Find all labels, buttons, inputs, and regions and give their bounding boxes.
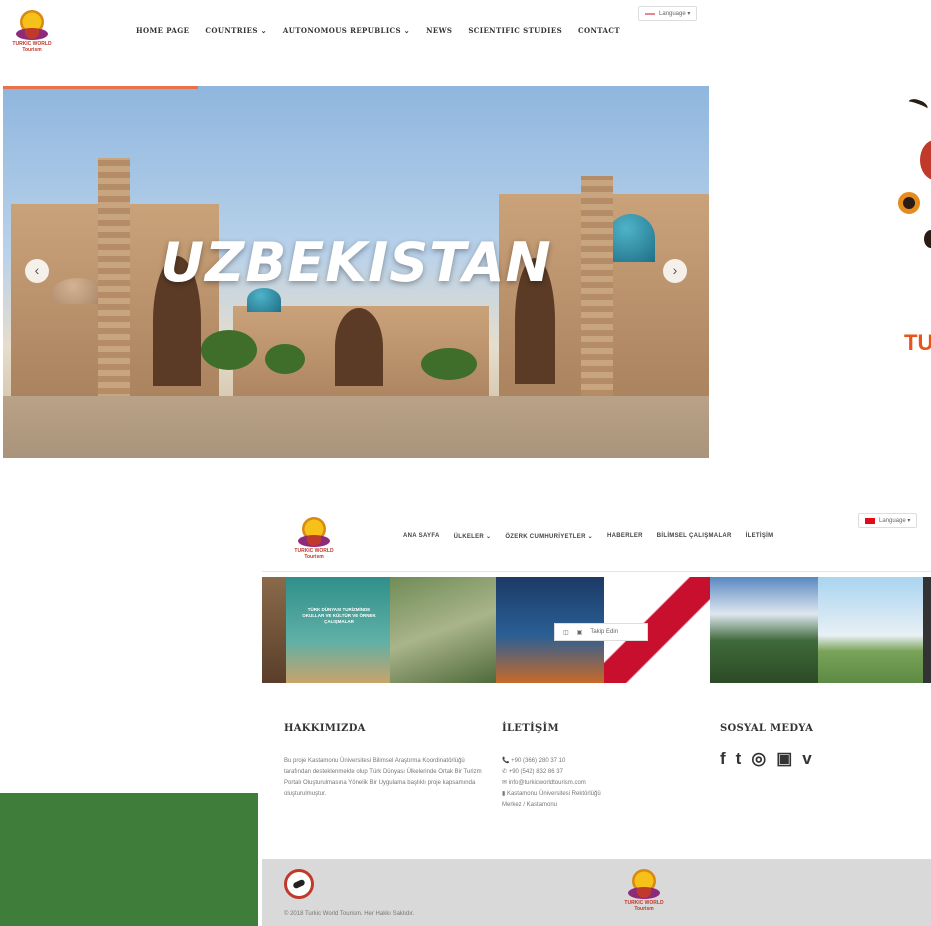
- nav-countries[interactable]: COUNTRIES ⌄: [205, 26, 267, 35]
- about-text: Bu proje Kastamonu Üniversitesi Bilimsel…: [284, 758, 482, 797]
- logo-letters: TU: [904, 330, 931, 355]
- center-arch: [335, 308, 383, 386]
- twitter-icon[interactable]: t: [736, 750, 742, 767]
- instagram-follow-bar[interactable]: ◫ ▣ Takip Edin: [554, 623, 648, 641]
- right-minaret: [581, 176, 613, 408]
- tr-nav-contact[interactable]: İLETİŞİM: [746, 533, 774, 540]
- footer-logo-text: TURKIC WORLD Tourism: [624, 900, 664, 912]
- follow-icon: ▣: [576, 629, 583, 636]
- gallery-tile-poster[interactable]: TÜRK DÜNYASI TURİZMİNDE OKULLAR VE KÜLTÜ…: [286, 577, 390, 683]
- tr-nav-home[interactable]: ANA SAYFA: [403, 533, 440, 540]
- slider-progress-bar: [3, 86, 198, 89]
- social-column: SOSYAL MEDYA f t ◎ ▣ v: [720, 723, 920, 767]
- tree-right: [421, 348, 477, 380]
- nav-contact[interactable]: CONTACT: [578, 26, 620, 35]
- nav-autonomous-republics[interactable]: AUTONOMOUS REPUBLICS ⌄: [283, 26, 410, 35]
- gallery-tile-palace[interactable]: [818, 577, 923, 683]
- registan-square: [3, 396, 709, 458]
- social-heading: SOSYAL MEDYA: [720, 723, 814, 734]
- nav-home[interactable]: HOME PAGE: [136, 26, 189, 35]
- language-label: Language ▾: [659, 11, 691, 17]
- language-selector[interactable]: Language ▾: [638, 6, 698, 21]
- contact-heading: İLETİŞİM: [502, 723, 559, 734]
- slider-prev-button[interactable]: ‹: [25, 259, 49, 283]
- copyright-text: © 2018 Turkic World Tourism. Her Hakkı S…: [284, 911, 415, 917]
- hero-slider: UZBEKISTAN ‹ ›: [3, 86, 709, 458]
- tr-logo-text: TURKIC WORLD Tourism: [294, 548, 334, 560]
- side-logo-fragment: TU: [890, 90, 931, 390]
- about-heading: HAKKIMIZDA: [284, 723, 366, 734]
- tree-center: [265, 344, 305, 374]
- gallery-tile-edge[interactable]: [262, 577, 286, 683]
- tree-left: [201, 330, 257, 370]
- contact-whatsapp[interactable]: ✆ +90 (542) 832 86 37: [502, 767, 682, 778]
- tr-nav-autonomous-republics[interactable]: ÖZERK CUMHURİYETLER ⌄: [505, 533, 593, 540]
- footer-bottom-bar: TURKIC WORLD Tourism © 2018 Turkic World…: [262, 859, 931, 926]
- tr-nav-countries[interactable]: ÜLKELER ⌄: [454, 533, 492, 540]
- nav-news[interactable]: NEWS: [426, 26, 452, 35]
- tr-site-logo[interactable]: TURKIC WORLD Tourism: [294, 515, 334, 565]
- logo-curl2-icon: [924, 230, 931, 248]
- tr-logo-flower-icon: [298, 535, 330, 547]
- university-seal-icon[interactable]: [284, 869, 314, 899]
- footer-logo-flower-icon: [628, 887, 660, 899]
- logo-flower-icon: [16, 28, 48, 40]
- logo-text: TURKIC WORLD Tourism: [12, 41, 52, 53]
- site-logo[interactable]: TURKIC WORLD Tourism: [12, 8, 52, 58]
- logo-ring-icon: [898, 192, 920, 214]
- about-column: HAKKIMIZDA Bu proje Kastamonu Üniversite…: [284, 723, 484, 800]
- slider-next-button[interactable]: ›: [663, 259, 687, 283]
- follow-label: Takip Edin: [590, 629, 619, 635]
- contact-column: İLETİŞİM 📞 +90 (366) 280 37 10 ✆ +90 (54…: [502, 723, 682, 811]
- vimeo-icon[interactable]: v: [802, 750, 811, 767]
- contact-lines: 📞 +90 (366) 280 37 10 ✆ +90 (542) 832 86…: [502, 756, 682, 811]
- gallery-caption: TÜRK DÜNYASI TURİZMİNDE OKULLAR VE KÜLTÜ…: [302, 607, 376, 624]
- turkish-site-preview: TURKIC WORLD Tourism ANA SAYFA ÜLKELER ⌄…: [262, 505, 931, 926]
- turkey-flag-icon: [865, 517, 875, 524]
- gallery-tile-mountains[interactable]: [710, 577, 818, 683]
- contact-phone[interactable]: 📞 +90 (366) 280 37 10: [502, 756, 682, 767]
- youtube-icon[interactable]: ▣: [776, 750, 792, 767]
- contact-email[interactable]: ✉ info@turkicworldtourism.com: [502, 778, 682, 789]
- tr-nav-scientific-studies[interactable]: BİLİMSEL ÇALIŞMALAR: [657, 533, 732, 540]
- gallery-tile-edge-right[interactable]: [923, 577, 931, 683]
- tr-main-nav: ANA SAYFA ÜLKELER ⌄ ÖZERK CUMHURİYETLER …: [403, 533, 773, 540]
- footer-logo[interactable]: TURKIC WORLD Tourism: [624, 867, 664, 917]
- main-nav: HOME PAGE COUNTRIES ⌄ AUTONOMOUS REPUBLI…: [136, 26, 620, 35]
- contact-city: Merkez / Kastamonu: [502, 802, 558, 808]
- logo-curl-icon: [906, 96, 930, 114]
- tr-language-selector[interactable]: Language ▾: [858, 513, 918, 528]
- instagram-icon: ◫: [563, 629, 569, 636]
- instagram-gallery: TÜRK DÜNYASI TURİZMİNDE OKULLAR VE KÜLTÜ…: [262, 577, 931, 683]
- instagram-social-icon[interactable]: ◎: [751, 750, 766, 767]
- green-color-block: [0, 793, 258, 926]
- contact-address: ▮ Kastamonu Üniversitesi Rektörlüğü: [502, 791, 601, 797]
- gallery-tile-city[interactable]: [390, 577, 496, 683]
- social-icons: f t ◎ ▣ v: [720, 750, 920, 767]
- logo-petal-icon: [920, 140, 931, 180]
- uk-flag-icon: [645, 10, 655, 17]
- nav-scientific-studies[interactable]: SCIENTIFIC STUDIES: [468, 26, 562, 35]
- tr-language-label: Language ▾: [879, 518, 911, 524]
- hero-title: UZBEKISTAN: [160, 231, 552, 294]
- header-divider: [262, 571, 931, 572]
- tr-nav-news[interactable]: HABERLER: [607, 533, 643, 540]
- facebook-icon[interactable]: f: [720, 750, 726, 767]
